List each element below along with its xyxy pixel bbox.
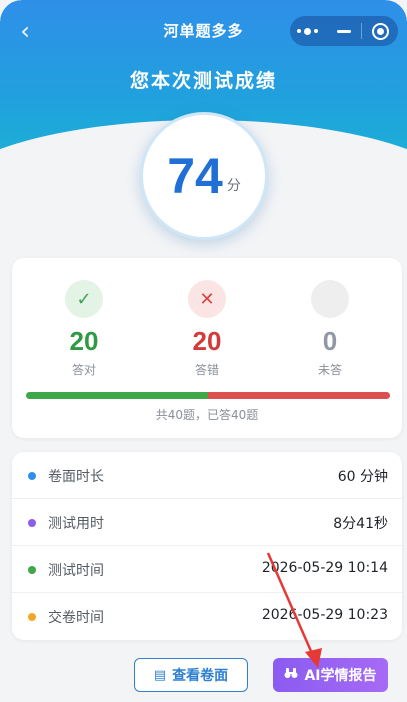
binoculars-icon (284, 667, 298, 683)
info-value: 2026-05-29 10:23 (261, 607, 388, 623)
bullet-dot (28, 566, 36, 574)
score-unit: 分 (226, 178, 241, 194)
page-title: 您本次测试成绩 (129, 70, 277, 92)
target-icon[interactable] (362, 16, 398, 46)
correct-label: 答对 (71, 363, 96, 377)
wrong-label: 答错 (194, 363, 219, 377)
correct-count: 20 (69, 326, 99, 356)
info-value: 8分41秒 (333, 516, 388, 532)
progress-summary: 共40题，已答40题 (155, 408, 259, 422)
stat-correct: ✓ 20 答对 (34, 280, 134, 378)
ai-report-button[interactable]: AI学情报告 (273, 658, 388, 692)
bullet-dot (28, 613, 36, 621)
progress-wrong-segment (208, 392, 390, 399)
mini-program-capsule (290, 16, 398, 46)
bullet-dot (28, 472, 36, 480)
answer-progress-bar (26, 392, 390, 399)
stat-unanswered: 0 未答 (280, 280, 380, 378)
view-paper-label: 查看卷面 (172, 668, 229, 684)
unanswered-count: 0 (322, 326, 338, 356)
stat-wrong: ✕ 20 答错 (157, 280, 257, 378)
info-value: 60 分钟 (337, 469, 388, 485)
info-row-test-time: 测试时间 2026-05-29 10:14 (12, 546, 402, 593)
navigation-bar: ‹ 河单题多多 (0, 14, 407, 50)
stats-card: ✓ 20 答对 ✕ 20 答错 0 未答 共40题，已答40题 (12, 258, 402, 438)
info-value: 2026-05-29 10:14 (261, 560, 388, 576)
progress-correct-segment (26, 392, 208, 399)
bullet-dot (28, 519, 36, 527)
app-screen: ‹ 河单题多多 您本次测试成绩 74 分 ✓ 20 答对 ✕ 20 答错 0 未… (0, 0, 407, 702)
minimize-icon[interactable] (326, 16, 362, 46)
wrong-count: 20 (192, 326, 222, 356)
info-row-submit-time: 交卷时间 2026-05-29 10:23 (12, 593, 402, 640)
info-row-time-used: 测试用时 8分41秒 (12, 499, 402, 546)
score-circle: 74 分 (140, 112, 268, 240)
check-icon: ✓ (65, 280, 103, 318)
test-info-card: 卷面时长 60 分钟 测试用时 8分41秒 测试时间 2026-05-29 10… (12, 452, 402, 640)
view-paper-button[interactable]: ▤ 查看卷面 (134, 658, 248, 692)
info-label: 测试时间 (48, 563, 104, 579)
info-label: 交卷时间 (48, 610, 104, 626)
score-value: 74 (167, 148, 223, 204)
ai-report-label: AI学情报告 (304, 668, 377, 684)
empty-circle-icon (311, 280, 349, 318)
unanswered-label: 未答 (317, 363, 342, 377)
more-dots-icon[interactable] (290, 16, 326, 46)
document-icon: ▤ (153, 667, 167, 683)
cross-icon: ✕ (188, 280, 226, 318)
info-label: 测试用时 (48, 516, 104, 532)
info-label: 卷面时长 (48, 469, 104, 485)
info-row-paper-duration: 卷面时长 60 分钟 (12, 452, 402, 499)
